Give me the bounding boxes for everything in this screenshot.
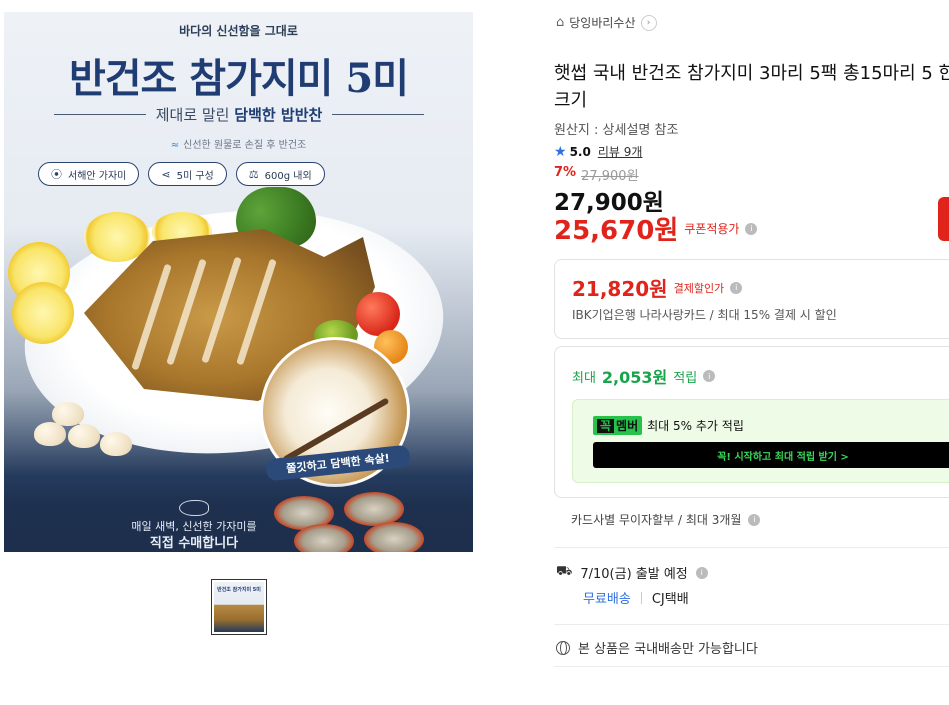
payment-discount-price: 21,820원 — [572, 277, 668, 301]
fish-outline-icon — [179, 500, 209, 516]
image-bottom-text: 매일 새벽, 신선한 가자미를 직접 수매합니다 — [131, 520, 257, 551]
score-mark — [236, 258, 277, 366]
review-link[interactable]: 리뷰 9개 — [598, 143, 643, 160]
membership-head: 꼭 멤버 최대 5% 추가 적립 — [593, 416, 744, 435]
divider — [554, 547, 949, 548]
membership-cta-button[interactable]: 꼭! 시작하고 최대 적립 받기 > — [593, 442, 949, 468]
membership-text: 최대 5% 추가 적립 — [647, 419, 744, 433]
product-info: ⌂ 당잉바리수산 › 햇썹 국내 반건조 참가지미 3마리 5팩 총15마리 5… — [554, 0, 949, 705]
domestic-note: 본 상품은 국내배송만 가능합니다 — [556, 638, 758, 657]
score-mark — [201, 256, 242, 364]
image-subtitle: 제대로 말린 담백한 밥반찬 — [155, 106, 323, 124]
fish-icon: ⋖ — [161, 167, 171, 181]
free-shipping: 무료배송 — [583, 592, 631, 607]
divider — [54, 114, 146, 115]
score-mark — [166, 258, 207, 366]
membership-box: 꼭 멤버 최대 5% 추가 적립 꼭! 시작하고 최대 적립 받기 > — [572, 399, 949, 483]
feature-pill: ⋖ 5미 구성 — [148, 162, 227, 186]
home-icon: ⌂ — [556, 15, 565, 30]
info-icon[interactable]: i — [730, 281, 743, 294]
chevron-right-icon: › — [640, 14, 657, 31]
shipping-detail: 무료배송 CJ택배 — [583, 588, 689, 607]
info-icon[interactable]: i — [748, 513, 761, 526]
location-pin-icon: ⦿ — [51, 168, 62, 181]
rating-score: 5.0 — [569, 144, 591, 159]
divider — [332, 114, 425, 115]
image-kicker: 바다의 신선함을 그대로 — [179, 24, 298, 38]
info-icon[interactable]: i — [703, 370, 716, 382]
image-thumbnail[interactable]: 반건조 참가지미 5미 — [211, 579, 267, 635]
payment-discount-desc: IBK기업은행 나라사랑카드 / 최대 15% 결제 시 할인 — [572, 308, 837, 322]
discount-percent: 7% — [554, 165, 577, 180]
thumbnail-preview: 반건조 참가지미 5미 — [214, 582, 264, 632]
installment-info: 카드사별 무이자할부 / 최대 3개월 i — [571, 511, 761, 528]
coupon-price-row: 25,670원 쿠폰적용가 i — [554, 210, 758, 247]
garlic — [34, 422, 66, 446]
divider — [554, 624, 949, 625]
globe-icon — [556, 640, 570, 655]
image-note: ≈ 신선한 원물로 손질 후 반건조 — [170, 140, 307, 151]
lemon-slice — [12, 282, 74, 344]
truck-icon: ⛟ — [556, 564, 573, 579]
bowl — [344, 492, 404, 526]
original-price: 27,900원 — [581, 169, 639, 184]
wave-icon: ≈ — [170, 140, 180, 151]
image-title: 반건조 참가지미 5미 — [68, 55, 409, 102]
product-title: 햇썹 국내 반건조 참가지미 3마리 5팩 총15마리 5 한 크기 — [554, 63, 949, 111]
store-link[interactable]: ⌂ 당잉바리수산 › — [556, 14, 657, 31]
store-name: 당잉바리수산 — [569, 16, 636, 30]
star-icon: ★ — [554, 143, 567, 160]
points-amount: 2,053원 — [601, 368, 668, 387]
origin-info: 원산지 : 상세설명 참조 — [554, 123, 679, 138]
info-icon[interactable]: i — [745, 222, 758, 235]
divider — [640, 591, 642, 604]
product-main-image[interactable]: 바다의 신선함을 그대로 반건조 참가지미 5미 제대로 말린 담백한 밥반찬 … — [4, 12, 473, 552]
seafood-bowls — [264, 492, 424, 552]
points-card: 최대 2,053원 적립 i 꼭 멤버 최대 5% 추가 적립 꼭! 시작하고 최… — [554, 346, 949, 498]
coupon-price: 25,670원 — [554, 216, 679, 246]
score-mark — [131, 263, 172, 371]
info-icon[interactable]: i — [695, 566, 708, 579]
membership-badge: 꼭 멤버 — [593, 416, 643, 435]
feature-pill: ⚖ 600g 내외 — [235, 162, 325, 186]
bowl — [364, 522, 424, 552]
coupon-price-label: 쿠폰적용가 — [684, 222, 740, 236]
rating: ★ 5.0 리뷰 9개 — [554, 143, 642, 160]
payment-discount-card: 21,820원 결제할인가 i IBK기업은행 나라사랑카드 / 최대 15% … — [554, 259, 949, 339]
image-subtitle-row: 제대로 말린 담백한 밥반찬 — [54, 104, 425, 125]
divider — [554, 666, 949, 667]
garlic — [68, 424, 100, 448]
shipping-date: ⛟ 7/10(금) 출발 예정 i — [556, 563, 708, 582]
discount-row: 7% 27,900원 — [554, 165, 639, 184]
payment-discount-row: 21,820원 결제할인가 i — [572, 273, 743, 302]
points-earn: 최대 2,053원 적립 i — [572, 364, 716, 388]
payment-discount-label: 결제할인가 — [673, 281, 725, 295]
feature-pills: ⦿ 서해안 가자미 ⋖ 5미 구성 ⚖ 600g 내외 — [38, 162, 325, 186]
coupon-download-button[interactable] — [938, 197, 949, 241]
feature-pill: ⦿ 서해안 가자미 — [38, 162, 140, 186]
scale-icon: ⚖ — [248, 167, 259, 181]
bowl — [294, 524, 354, 552]
garlic — [100, 432, 132, 456]
courier: CJ택배 — [651, 592, 689, 607]
